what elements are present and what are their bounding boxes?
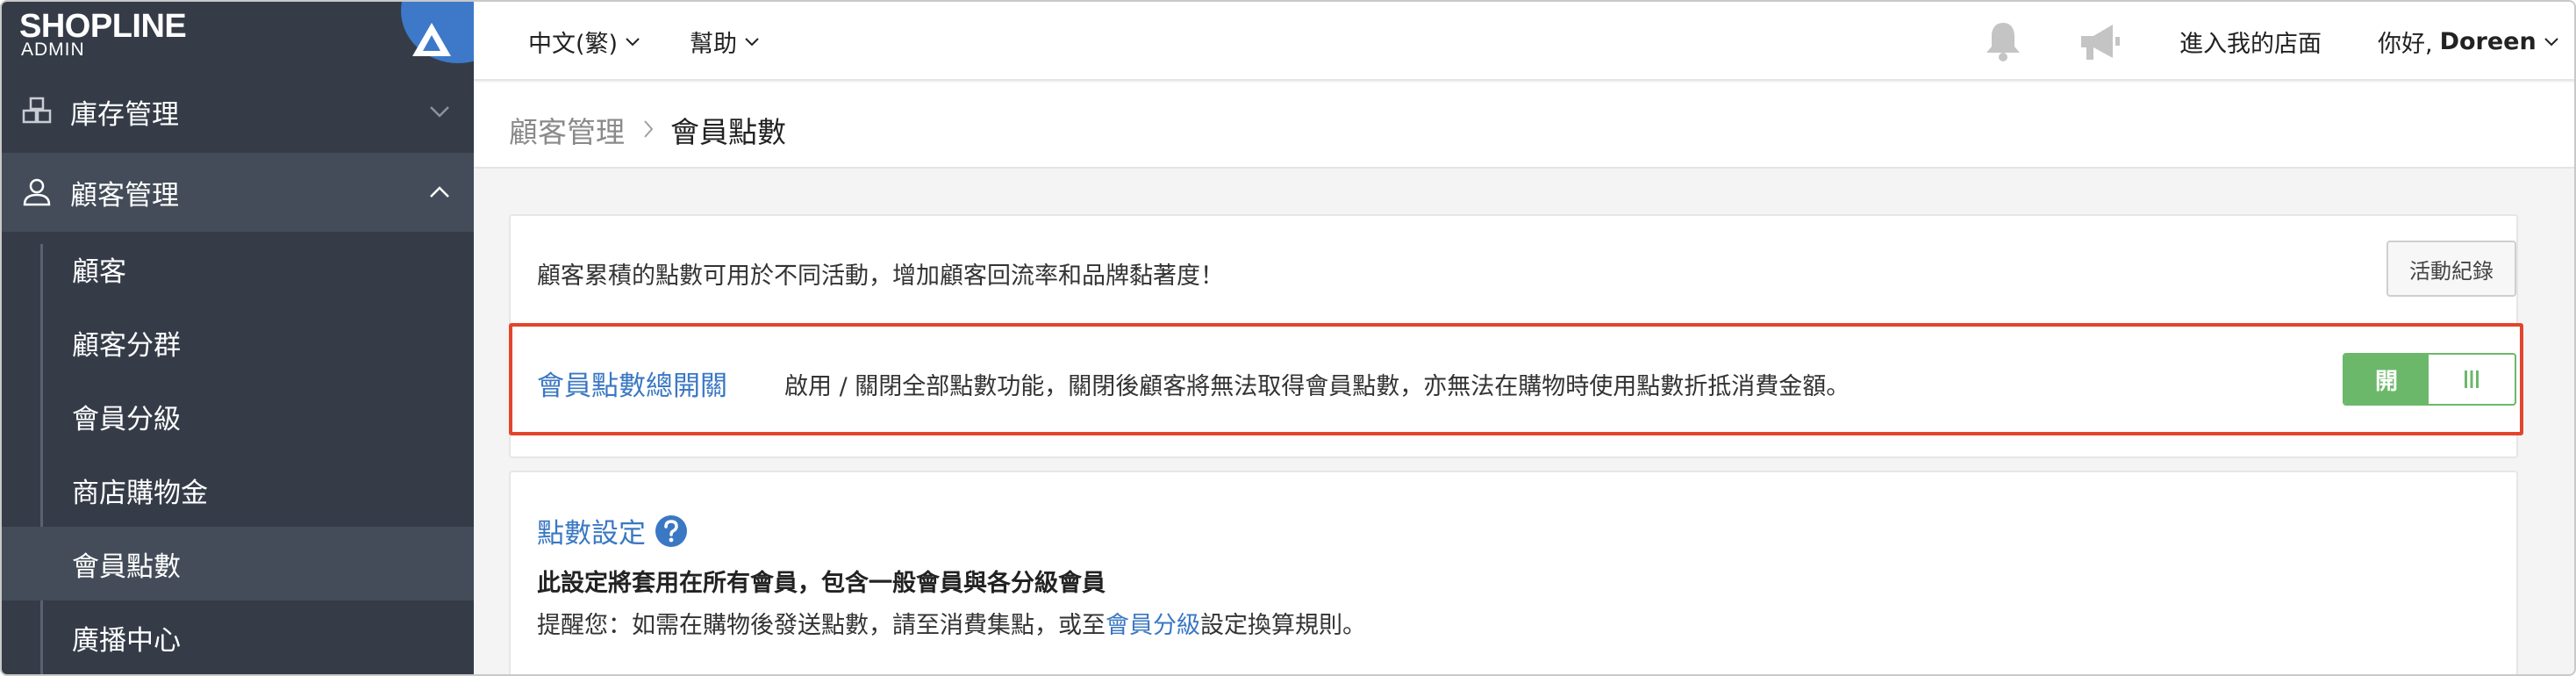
breadcrumb: 顧客管理 會員點數 <box>474 83 2574 169</box>
chevron-down-icon <box>2544 37 2558 46</box>
reminder-prefix: 提醒您：如需在購物後發送點數，請至消費集點，或至 <box>537 612 1106 639</box>
inventory-icon <box>22 97 52 124</box>
chevron-down-icon <box>745 37 759 46</box>
sidebar-subitem-label: 商店購物金 <box>72 477 208 509</box>
master-switch-row: 會員點數總開關 啟用 / 關閉全部點數功能，關閉後顧客將無法取得會員點數，亦無法… <box>509 323 2523 435</box>
user-menu[interactable]: 你好, Doreen <box>2378 25 2559 59</box>
sidebar-subitem-customers[interactable]: 顧客 <box>2 232 474 306</box>
sidebar-subitem-label: 顧客分群 <box>72 329 181 362</box>
toggle-handle <box>2429 355 2515 404</box>
master-switch-description: 啟用 / 關閉全部點數功能，關閉後顧客將無法取得會員點數，亦無法在購物時使用點數… <box>784 373 1850 400</box>
intro-text: 顧客累積的點數可用於不同活動，增加顧客回流率和品牌黏著度！ <box>537 262 1224 290</box>
logo-subtitle: ADMIN <box>21 40 85 60</box>
language-label: 中文(繁) <box>528 31 619 58</box>
sidebar-subitem-broadcast-center[interactable]: 廣播中心 <box>2 600 474 674</box>
logo[interactable]: SHOPLINE ADMIN <box>2 2 515 65</box>
help-label: 幫助 <box>690 31 737 58</box>
sidebar: SHOPLINE ADMIN 庫存管理 顧客管理 顧客 顧客分群 會員分級 商店… <box>2 2 515 674</box>
points-settings-reminder: 提醒您：如需在購物後發送點數，請至消費集點，或至會員分級設定換算規則。 <box>537 606 1366 640</box>
points-settings-title: 點數設定 <box>537 518 646 550</box>
sidebar-subitem-membership-tiers[interactable]: 會員分級 <box>2 379 474 453</box>
page-title: 會員點數 <box>670 115 786 149</box>
reminder-suffix: 設定換算規則。 <box>1200 612 1366 639</box>
sidebar-item-label: 庫存管理 <box>70 98 179 131</box>
points-settings-header: 點數設定 <box>537 511 688 550</box>
logo-text: SHOPLINE <box>19 8 187 45</box>
breadcrumb-parent[interactable]: 顧客管理 <box>509 109 625 151</box>
master-switch-title: 會員點數總開關 <box>537 370 727 402</box>
sidebar-item-label: 顧客管理 <box>70 179 179 212</box>
chevron-down-icon <box>430 106 449 118</box>
sidebar-subitem-label: 會員分級 <box>72 403 181 435</box>
sidebar-subitem-label: 廣播中心 <box>72 624 181 657</box>
toggle-on-label: 開 <box>2344 355 2429 404</box>
activity-log-button[interactable]: 活動紀錄 <box>2386 241 2516 297</box>
top-bar: 中文(繁) 幫助 進入我的店面 你好, Doreen <box>474 2 2574 81</box>
grip-lines-icon <box>2465 370 2479 388</box>
sidebar-subitem-label: 顧客 <box>72 255 126 288</box>
sidebar-subitem-store-credits[interactable]: 商店購物金 <box>2 453 474 527</box>
master-switch-toggle[interactable]: 開 <box>2343 353 2516 406</box>
app-window: SHOPLINE ADMIN 庫存管理 顧客管理 顧客 顧客分群 會員分級 商店… <box>0 0 2576 676</box>
user-name: Doreen <box>2439 28 2537 55</box>
visit-store-link[interactable]: 進入我的店面 <box>2179 25 2322 59</box>
question-circle-icon[interactable] <box>655 514 688 548</box>
help-dropdown[interactable]: 幫助 <box>690 25 760 59</box>
points-settings-note: 此設定將套用在所有會員，包含一般會員與各分級會員 <box>537 570 1106 597</box>
chevron-right-icon <box>644 120 654 138</box>
chevron-up-icon <box>430 186 449 198</box>
chevron-down-icon <box>626 37 640 46</box>
membership-tiers-link[interactable]: 會員分級 <box>1106 612 1200 639</box>
sidebar-item-inventory[interactable]: 庫存管理 <box>2 72 474 151</box>
greeting-text: 你好, <box>2378 31 2433 58</box>
mountain-logo-icon <box>412 23 451 56</box>
sidebar-subitem-label: 會員點數 <box>72 550 181 583</box>
bell-icon[interactable] <box>1981 19 2025 63</box>
language-dropdown[interactable]: 中文(繁) <box>528 25 640 59</box>
sidebar-item-customers[interactable]: 顧客管理 <box>2 153 474 232</box>
megaphone-icon[interactable] <box>2074 21 2123 63</box>
user-icon <box>23 178 51 206</box>
sidebar-subitem-segments[interactable]: 顧客分群 <box>2 306 474 379</box>
sidebar-subitem-member-points[interactable]: 會員點數 <box>2 527 474 600</box>
points-settings-card: 點數設定 此設定將套用在所有會員，包含一般會員與各分級會員 提醒您：如需在購物後… <box>509 471 2518 674</box>
